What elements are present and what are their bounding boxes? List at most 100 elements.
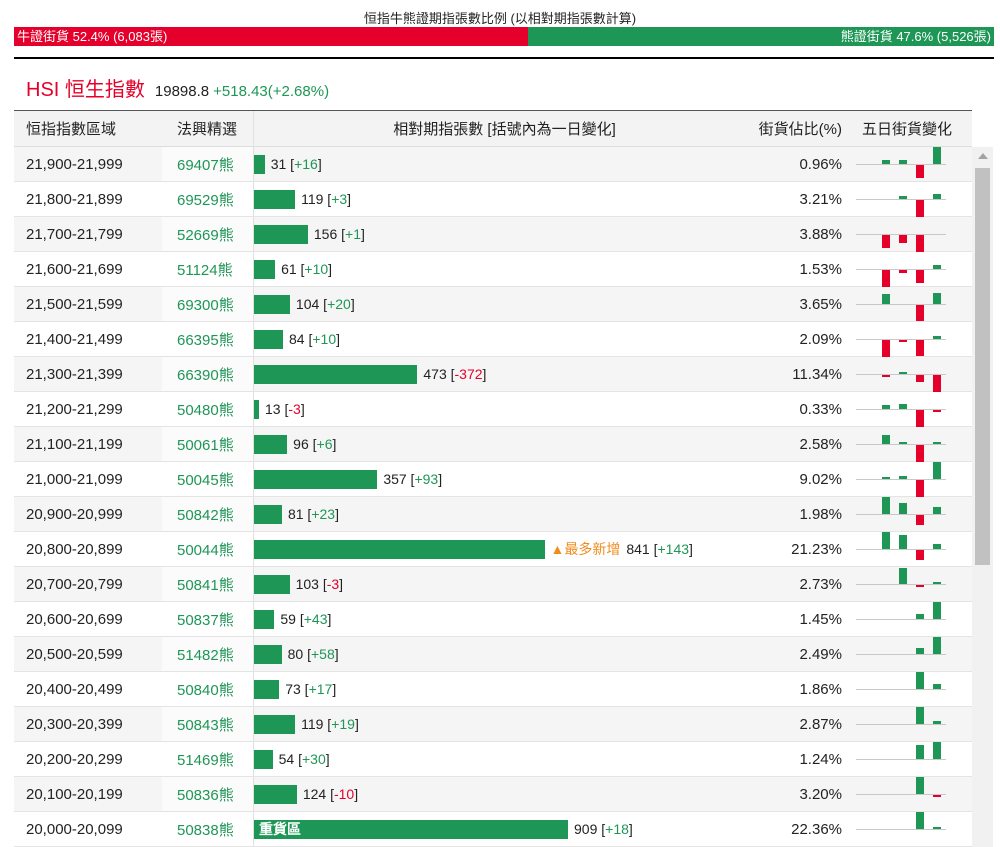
contracts-bar — [254, 784, 297, 804]
sparkline-bar — [933, 335, 941, 339]
contracts-bar — [254, 714, 296, 734]
contracts-bar — [254, 399, 259, 419]
pick-link[interactable]: 50840熊 — [162, 672, 253, 706]
pick-link[interactable]: 69300熊 — [162, 287, 253, 321]
pick-link[interactable]: 51482熊 — [162, 637, 253, 671]
range-cell: 20,000-20,099 — [26, 820, 123, 838]
scroll-up-arrow-icon[interactable] — [978, 153, 988, 159]
contracts-cell: 156 [+1] — [253, 217, 755, 251]
contracts-count: 473 [-372] — [423, 366, 487, 382]
sparkline-bar — [899, 371, 907, 374]
pick-link[interactable]: 50480熊 — [162, 392, 253, 426]
count-value: 73 — [285, 681, 301, 697]
five-day-cell — [856, 392, 972, 427]
table-row: 20,000-20,099 50838熊 重貨區 909 [+18] 22.36% — [14, 812, 972, 847]
range-cell: 21,000-21,099 — [26, 470, 123, 488]
table-row: 21,300-21,399 66390熊 473 [-372] 11.34% — [14, 357, 972, 392]
sparkline-baseline — [856, 619, 946, 620]
count-delta: +16 — [294, 156, 318, 172]
table-row: 21,900-21,999 69407熊 31 [+16] 0.96% — [14, 147, 972, 182]
count-value: 357 — [383, 471, 407, 487]
five-day-cell — [856, 357, 972, 392]
five-day-cell — [856, 427, 972, 462]
contracts-cell: 81 [+23] — [253, 497, 755, 531]
pick-link[interactable]: 69529熊 — [162, 182, 253, 216]
contracts-count: 124 [-10] — [302, 786, 359, 802]
sparkline-bar — [882, 477, 890, 479]
contracts-cell: 124 [-10] — [253, 777, 755, 811]
count-value: 61 — [281, 261, 297, 277]
sparkline-bar — [933, 147, 941, 164]
pick-link[interactable]: 69407熊 — [162, 147, 253, 181]
sparkline-bar — [933, 742, 941, 759]
pick-link[interactable]: 50842熊 — [162, 497, 253, 531]
contracts-cell: 61 [+10] — [253, 252, 755, 286]
sparkline-bar — [933, 375, 941, 392]
pick-link[interactable]: 50843熊 — [162, 707, 253, 741]
contracts-cell: 357 [+93] — [253, 462, 755, 496]
scrollbar[interactable] — [972, 147, 993, 847]
five-day-cell — [856, 532, 972, 566]
share-cell: 3.20% — [799, 785, 842, 803]
count-value: 841 — [626, 541, 650, 557]
pick-link[interactable]: 50841熊 — [162, 567, 253, 601]
five-day-sparkline — [856, 672, 946, 707]
five-day-cell — [856, 567, 972, 601]
pick-link[interactable]: 51469熊 — [162, 742, 253, 776]
table-row: 21,800-21,899 69529熊 119 [+3] 3.21% — [14, 182, 972, 217]
contracts-bar — [254, 644, 282, 664]
sparkline-bar — [916, 648, 924, 654]
table-row: 20,400-20,499 50840熊 73 [+17] 1.86% — [14, 672, 972, 707]
pick-link[interactable]: 50836熊 — [162, 777, 253, 811]
scroll-thumb[interactable] — [975, 168, 990, 565]
contracts-bar — [254, 539, 545, 559]
contracts-cell: 59 [+43] — [253, 602, 755, 636]
contracts-count: 103 [-3] — [295, 576, 344, 592]
contracts-bar — [254, 189, 296, 209]
pick-link[interactable]: 66390熊 — [162, 357, 253, 391]
pick-link[interactable]: 50838熊 — [162, 812, 253, 846]
five-day-cell — [856, 287, 972, 321]
pick-link[interactable]: 50044熊 — [162, 532, 253, 566]
sparkline-bar — [916, 165, 924, 178]
sparkline-bar — [916, 515, 924, 526]
sparkline-bar — [916, 445, 924, 462]
share-cell: 0.33% — [799, 400, 842, 418]
contracts-count: 104 [+20] — [295, 296, 355, 312]
five-day-cell — [856, 497, 972, 531]
count-delta: +19 — [331, 716, 355, 732]
pick-link[interactable]: 66395熊 — [162, 322, 253, 356]
range-cell: 21,800-21,899 — [26, 190, 123, 208]
bear-segment: 熊證街貨 47.6% (5,526張) — [527, 27, 994, 46]
range-cell: 21,600-21,699 — [26, 260, 123, 278]
sparkline-bar — [899, 195, 907, 199]
sparkline-baseline — [856, 829, 946, 830]
table-row: 21,700-21,799 52669熊 156 [+1] 3.88% — [14, 217, 972, 252]
count-value: 119 — [301, 716, 324, 732]
contracts-bar — [254, 574, 290, 594]
table-row: 20,800-20,899 50044熊 ▲最多新增 841 [+143] 21.23% — [14, 532, 972, 567]
count-value: 104 — [295, 296, 320, 312]
sparkline-baseline — [856, 514, 946, 515]
sparkline-bar — [933, 292, 941, 304]
pick-link[interactable]: 50045熊 — [162, 462, 253, 496]
sparkline-bar — [882, 375, 890, 378]
pick-link[interactable]: 50837熊 — [162, 602, 253, 636]
pick-link[interactable]: 52669熊 — [162, 217, 253, 251]
sparkline-bar — [882, 404, 890, 409]
five-day-cell — [856, 672, 972, 706]
header-share: 街貨佔比(%) — [758, 121, 842, 138]
sparkline-bar — [916, 672, 924, 689]
contracts-count: 357 [+93] — [383, 471, 443, 487]
pick-link[interactable]: 50061熊 — [162, 427, 253, 461]
header-contracts: 相對期指張數 [括號內為一日變化] — [253, 111, 755, 146]
share-cell: 9.02% — [799, 470, 842, 488]
sparkline-bar — [882, 340, 890, 357]
count-value: 80 — [287, 646, 304, 662]
contracts-cell: 119 [+3] — [253, 182, 755, 216]
count-delta: +20 — [327, 296, 351, 312]
contracts-count: 73 [+17] — [285, 681, 337, 697]
contracts-cell: 重貨區 909 [+18] — [253, 812, 755, 846]
contracts-cell: 31 [+16] — [253, 147, 755, 181]
pick-link[interactable]: 51124熊 — [162, 252, 253, 286]
